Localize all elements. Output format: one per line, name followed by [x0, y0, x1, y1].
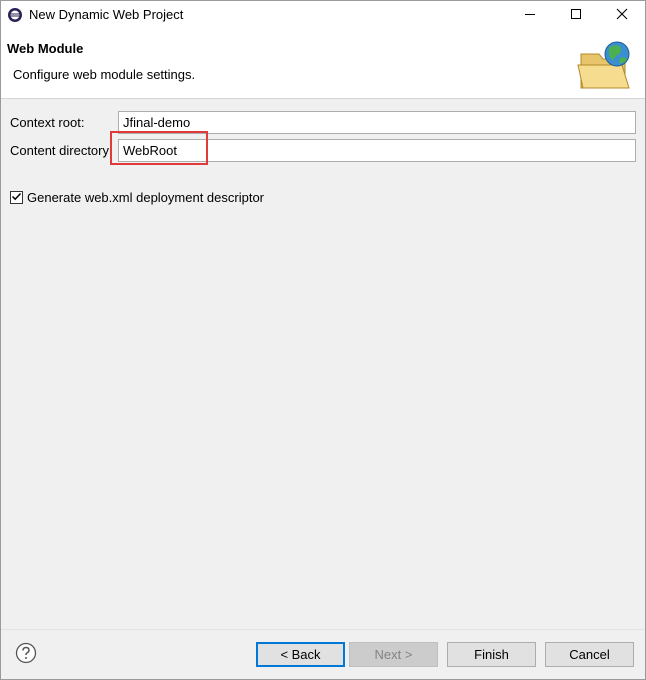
maximize-icon: [570, 8, 582, 23]
minimize-button[interactable]: [507, 1, 553, 30]
generate-descriptor-checkbox[interactable]: [10, 191, 23, 204]
content-directory-field[interactable]: [118, 139, 636, 162]
generate-descriptor-label[interactable]: Generate web.xml deployment descriptor: [27, 190, 264, 205]
dialog-window: New Dynamic Web Project Web Module Confi…: [0, 0, 646, 680]
wizard-banner: Web Module Configure web module settings…: [1, 30, 645, 99]
context-root-label: Context root:: [10, 115, 85, 130]
page-title: Web Module: [7, 41, 84, 56]
checkmark-icon: [11, 190, 22, 205]
help-icon[interactable]: [15, 642, 37, 664]
close-icon: [616, 8, 628, 23]
maximize-button[interactable]: [553, 1, 599, 30]
back-button[interactable]: < Back: [256, 642, 345, 667]
eclipse-icon: [7, 7, 23, 23]
context-root-field[interactable]: [118, 111, 636, 134]
finish-button[interactable]: Finish: [447, 642, 536, 667]
next-button[interactable]: Next >: [349, 642, 438, 667]
footer-divider: [1, 629, 645, 630]
minimize-icon: [524, 8, 536, 23]
title-bar[interactable]: New Dynamic Web Project: [1, 1, 645, 30]
cancel-button[interactable]: Cancel: [545, 642, 634, 667]
window-title: New Dynamic Web Project: [29, 7, 184, 22]
close-button[interactable]: [599, 1, 645, 30]
folder-globe-icon: [575, 38, 635, 94]
page-description: Configure web module settings.: [13, 67, 196, 82]
content-directory-label: Content directory:: [10, 143, 113, 158]
